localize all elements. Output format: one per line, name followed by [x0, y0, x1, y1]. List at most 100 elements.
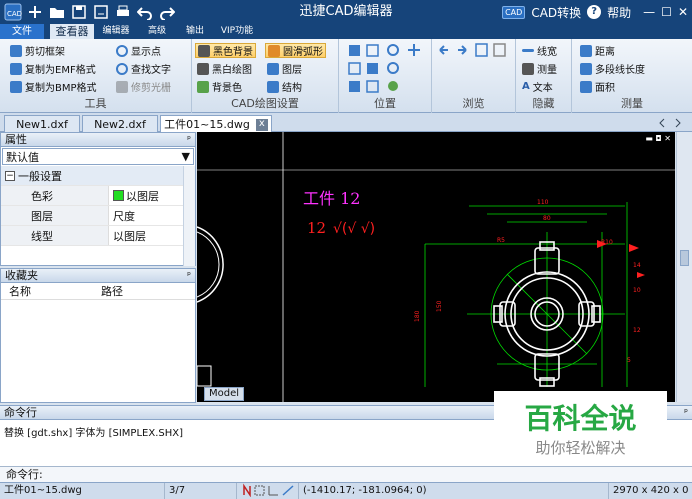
drawing-title: 工件 12 [303, 189, 360, 208]
svg-text:150: 150 [436, 300, 443, 312]
drawing-canvas[interactable]: 110 80 14 10 12 5 180 150 R10 R5 工件 12 12 √(√ … [197, 132, 675, 402]
trim-raster-button: 修剪光栅 [116, 79, 171, 94]
ribbon-group-tools: 剪切框架 复制为EMF格式 复制为BMP格式 显示点 查找文字 修剪光栅 工具 [0, 39, 192, 113]
property-row-color[interactable]: 色彩 以图层 [1, 186, 195, 206]
collapse-icon[interactable]: − [5, 170, 15, 181]
show-points-button[interactable]: 显示点 [116, 43, 161, 58]
pin-icon[interactable]: ᵖ [684, 406, 688, 420]
ribbon-group-measure-caption: 测量 [621, 97, 643, 110]
ribbon-group-position: 位置 [339, 39, 432, 113]
copy-emf-icon [10, 62, 22, 75]
menu-output[interactable]: 输出 [178, 24, 212, 39]
find-text-icon [116, 62, 128, 75]
command-prompt: 命令行: [6, 468, 43, 481]
menu-editor[interactable]: 编辑器 [96, 24, 136, 39]
status-bar: 工件01~15.dwg 3/7 (-1410.17; -181.0964; 0)… [0, 482, 692, 499]
canvas-window-controls[interactable]: ▬ ◘ ✕ [645, 134, 671, 143]
polyline-length-icon [580, 62, 592, 75]
background-color-icon [197, 80, 209, 93]
properties-header: 属性 ᵖ [1, 133, 195, 147]
pin-icon[interactable]: ᵖ [187, 269, 191, 283]
tab-scroll-icons[interactable] [658, 116, 688, 130]
background-color-button[interactable]: 背景色 [197, 79, 242, 94]
command-input[interactable]: 命令行: [0, 466, 692, 482]
status-coordinates: (-1410.17; -181.0964; 0) [299, 483, 609, 499]
black-background-button[interactable]: 黑色背景 [195, 43, 256, 58]
copy-emf-button[interactable]: 复制为EMF格式 [10, 61, 96, 76]
properties-panel: 属性 ᵖ 默认值 ▼ − 一般设置 色彩 以图层 图层 尺度 线型 以图层 [0, 132, 196, 266]
svg-text:5: 5 [627, 357, 631, 364]
close-button[interactable]: ✕ [678, 5, 688, 19]
redo-icon[interactable] [158, 3, 176, 21]
watermark-main: 百科全说 [524, 402, 637, 435]
ribbon-group-cad: 黑色背景 黑白绘图 背景色 圆滑弧形 图层 结构 CAD绘图设置 [192, 39, 339, 113]
model-tab[interactable]: Model [204, 387, 244, 401]
new-file-icon[interactable] [26, 3, 44, 21]
color-swatch [113, 190, 124, 201]
doc-tab-active[interactable]: 工件01~15.dwg x [160, 115, 272, 132]
close-tab-icon[interactable]: x [255, 119, 268, 131]
cut-frame-button[interactable]: 剪切框架 [10, 43, 65, 58]
column-path[interactable]: 路径 [97, 283, 123, 299]
menu-vip[interactable]: VIP功能 [216, 24, 258, 39]
menu-file[interactable]: 文件 [0, 24, 44, 39]
favorites-columns: 名称 路径 [1, 283, 195, 300]
menu-viewer[interactable]: 查看器 [50, 24, 94, 39]
ribbon-group-hide: 线宽 测量 A 文本 隐藏 [516, 39, 572, 113]
property-group[interactable]: − 一般设置 [1, 166, 195, 186]
properties-grid: − 一般设置 色彩 以图层 图层 尺度 线型 以图层 [1, 166, 195, 266]
distance-icon [580, 44, 592, 57]
polyline-length-button[interactable]: 多段线长度 [580, 61, 645, 76]
text-toggle-button[interactable]: A 文本 [522, 79, 553, 94]
structure-button[interactable]: 结构 [267, 79, 302, 94]
document-tabs: New1.dxf New2.dxf 工件01~15.dwg x [0, 113, 692, 132]
layers-button[interactable]: 图层 [267, 61, 302, 76]
save-icon[interactable] [70, 3, 88, 21]
chevron-down-icon: ▼ [181, 150, 190, 163]
browse-tools-icons[interactable] [432, 39, 516, 63]
svg-text:80: 80 [543, 215, 551, 222]
properties-scrollbar[interactable] [183, 166, 195, 266]
help-link[interactable]: 帮助 [607, 4, 631, 21]
line-width-icon [522, 49, 534, 52]
copy-bmp-button[interactable]: 复制为BMP格式 [10, 79, 97, 94]
pin-icon[interactable]: ᵖ [187, 133, 191, 147]
position-tools-icons[interactable] [339, 39, 432, 95]
status-snap-icons[interactable] [237, 483, 299, 499]
area-button[interactable]: 面积 [580, 79, 615, 94]
ribbon-group-browse-caption: 浏览 [462, 97, 485, 110]
bw-drawing-button[interactable]: 黑白绘图 [197, 61, 252, 76]
app-logo-icon[interactable]: CAD [4, 3, 22, 21]
properties-select[interactable]: 默认值 ▼ [2, 148, 194, 165]
property-row-layer[interactable]: 图层 尺度 [1, 206, 195, 226]
help-icon[interactable]: ? [587, 5, 602, 19]
measure-toggle-button[interactable]: 测量 [522, 61, 557, 76]
save-as-icon[interactable] [92, 3, 110, 21]
svg-text:10: 10 [633, 287, 641, 294]
favorites-header: 收藏夹 ᵖ [1, 269, 195, 283]
doc-tab-new2[interactable]: New2.dxf [82, 115, 158, 132]
ribbon-group-browse: 浏览 [432, 39, 516, 113]
menu-advanced[interactable]: 高级 [140, 24, 174, 39]
find-text-button[interactable]: 查找文字 [116, 61, 171, 76]
watermark-sub: 助你轻松解决 [535, 439, 626, 457]
smooth-arc-icon [268, 44, 280, 57]
area-icon [580, 80, 592, 93]
title-actions: CAD CAD转换 ? 帮助 — ☐ ✕ [502, 2, 688, 22]
maximize-button[interactable]: ☐ [661, 5, 672, 19]
distance-button[interactable]: 距离 [580, 43, 615, 58]
minimize-button[interactable]: — [643, 5, 655, 19]
smooth-arc-button[interactable]: 圆滑弧形 [265, 43, 326, 58]
print-icon[interactable] [114, 3, 132, 21]
line-width-button[interactable]: 线宽 [522, 43, 557, 58]
cad-drawing: 1108014 10125 180150 R10R5 工件 12 12 √(√ … [197, 132, 675, 402]
undo-icon[interactable] [136, 3, 154, 21]
doc-tab-new1[interactable]: New1.dxf [4, 115, 80, 132]
cad-convert-link[interactable]: CAD转换 [531, 4, 581, 21]
column-name[interactable]: 名称 [1, 283, 97, 299]
layers-icon [267, 62, 279, 75]
open-folder-icon[interactable] [48, 3, 66, 21]
canvas-vertical-scrollbar[interactable] [676, 132, 692, 402]
property-row-linetype[interactable]: 线型 以图层 [1, 226, 195, 246]
favorites-panel: 收藏夹 ᵖ 名称 路径 [0, 268, 196, 403]
